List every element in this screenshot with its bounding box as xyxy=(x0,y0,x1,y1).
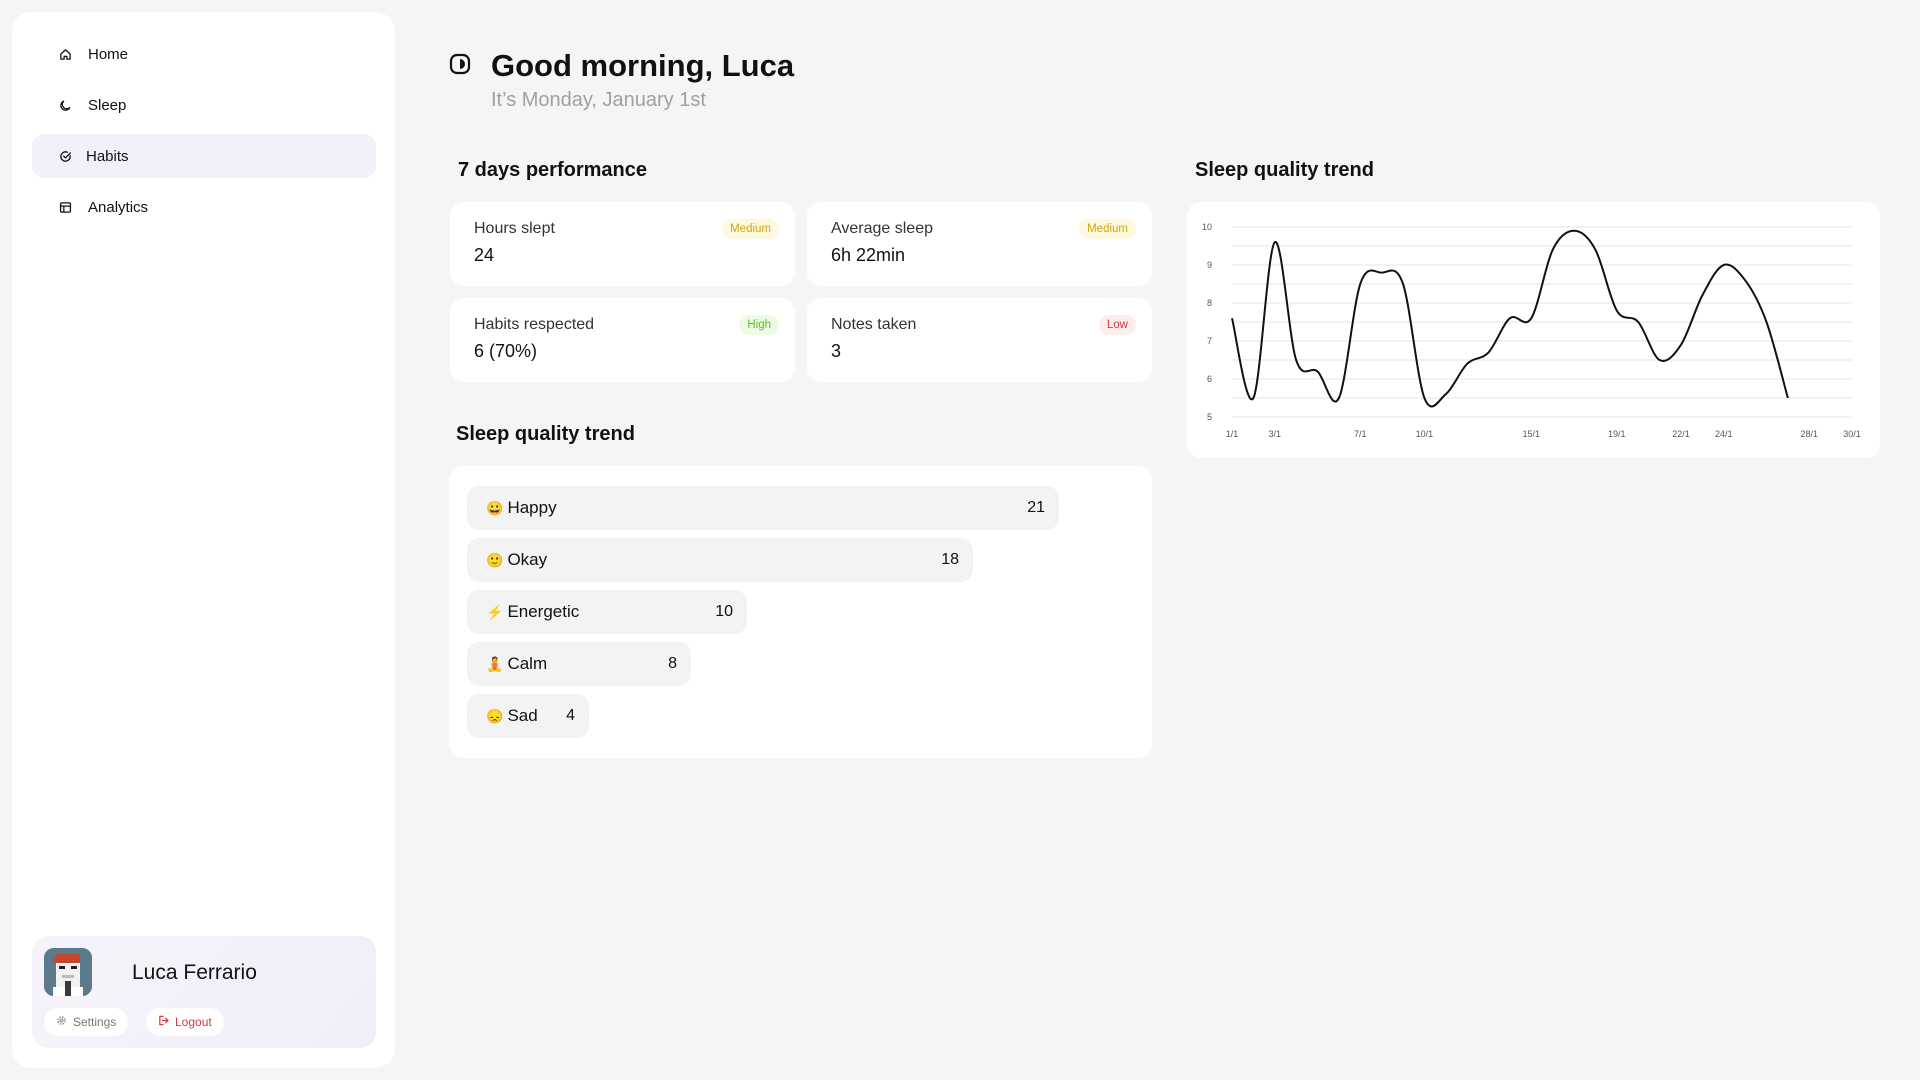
mood-section-title: Sleep quality trend xyxy=(456,423,635,445)
sidebar-item-label: Habits xyxy=(86,147,129,165)
x-tick-label: 1/1 xyxy=(1226,429,1239,439)
moon-icon xyxy=(58,98,72,112)
sleep-trend-chart: 5 6 7 8 9 10 1/1 3/1 7/1 10/1 15/1 19/1 22/1 24/1 28/1… xyxy=(1187,202,1880,458)
stat-card-notes-taken: Notes taken 3 Low xyxy=(807,298,1152,382)
mood-label: Happy xyxy=(507,498,557,517)
pixel-avatar-icon[interactable] xyxy=(44,948,92,996)
sidebar: Home Sleep Habits Analytics Luca Ferrari… xyxy=(12,12,395,1068)
mood-count: 10 xyxy=(715,603,733,620)
sleep-quality-line xyxy=(1231,229,1789,408)
y-tick-label: 6 xyxy=(1207,374,1212,384)
logout-label: Logout xyxy=(175,1015,212,1029)
mood-bar-calm[interactable]: 🧘 Calm 8 xyxy=(467,642,691,686)
mood-count: 8 xyxy=(668,655,677,672)
mood-bar-okay[interactable]: 🙂 Okay 18 xyxy=(467,538,973,582)
x-tick-label: 22/1 xyxy=(1672,429,1690,439)
mood-label: Energetic xyxy=(507,602,580,621)
stat-label: Hours slept xyxy=(474,220,555,237)
performance-title: 7 days performance xyxy=(458,159,647,181)
sidebar-item-label: Sleep xyxy=(88,96,127,114)
y-tick-label: 7 xyxy=(1207,336,1212,346)
mood-card: 😀 Happy 21 🙂 Okay 18 ⚡ Energetic 10 🧘 Calm 8… xyxy=(449,466,1152,758)
x-tick-label: 30/1 xyxy=(1843,429,1861,439)
sidebar-item-sleep[interactable]: Sleep xyxy=(32,83,376,127)
mood-count: 18 xyxy=(941,551,959,568)
mood-label: Sad xyxy=(507,706,538,725)
status-badge: Medium xyxy=(1079,219,1136,239)
stat-card-average-sleep: Average sleep 6h 22min Medium xyxy=(807,202,1152,286)
mood-label: Okay xyxy=(507,550,548,569)
mood-count: 21 xyxy=(1027,499,1045,516)
y-tick-label: 8 xyxy=(1207,298,1212,308)
page-title: Good morning, Luca xyxy=(491,48,795,83)
trend-title: Sleep quality trend xyxy=(1195,159,1374,181)
x-tick-label: 19/1 xyxy=(1608,429,1626,439)
stat-label: Notes taken xyxy=(831,316,917,333)
sleep-trend-svg: 5 6 7 8 9 10 1/1 3/1 7/1 10/1 15/1 19/1 22/1 24/1 28/1… xyxy=(1202,222,1861,439)
settings-label: Settings xyxy=(73,1015,117,1029)
sidebar-item-habits[interactable]: Habits xyxy=(32,134,376,178)
sidebar-item-analytics[interactable]: Analytics xyxy=(32,185,376,229)
x-tick-label: 7/1 xyxy=(1354,429,1367,439)
stat-value: 3 xyxy=(831,341,842,361)
x-tick-label: 3/1 xyxy=(1269,429,1282,439)
check-circle-icon xyxy=(58,149,72,163)
happy-emoji-icon: 😀 xyxy=(486,499,504,516)
stat-label: Average sleep xyxy=(831,220,933,237)
sidebar-item-home[interactable]: Home xyxy=(32,32,376,76)
page-subtitle: It’s Monday, January 1st xyxy=(491,89,706,111)
logout-button[interactable]: Logout xyxy=(146,1008,224,1036)
stat-value: 24 xyxy=(474,245,495,265)
logout-icon xyxy=(158,1015,169,1029)
sidebar-item-label: Home xyxy=(88,45,129,63)
contrast-icon[interactable] xyxy=(449,53,471,75)
stat-card-hours-slept: Hours slept 24 Medium xyxy=(450,202,795,286)
status-badge: High xyxy=(739,315,779,335)
y-tick-label: 5 xyxy=(1207,412,1212,422)
mood-bar-energetic[interactable]: ⚡ Energetic 10 xyxy=(467,590,747,634)
stat-card-habits-respected: Habits respected 6 (70%) High xyxy=(450,298,795,382)
y-tick-label: 10 xyxy=(1202,222,1212,232)
x-tick-label: 24/1 xyxy=(1715,429,1733,439)
meditation-icon: 🧘 xyxy=(486,655,504,672)
sidebar-item-label: Analytics xyxy=(88,198,149,216)
gear-icon xyxy=(56,1015,67,1029)
mood-bar-sad[interactable]: 😞 Sad 4 xyxy=(467,694,589,738)
table-icon xyxy=(58,200,72,214)
sad-emoji-icon: 😞 xyxy=(486,707,504,724)
home-icon xyxy=(58,47,72,61)
profile-card: Luca Ferrario Settings Logout xyxy=(32,936,376,1048)
y-tick-label: 9 xyxy=(1207,260,1212,270)
sidebar-nav: Home Sleep Habits Analytics xyxy=(32,32,376,236)
lightning-icon: ⚡ xyxy=(486,603,504,620)
profile-name: Luca Ferrario xyxy=(132,961,257,984)
x-tick-label: 10/1 xyxy=(1416,429,1434,439)
x-tick-label: 28/1 xyxy=(1800,429,1818,439)
mood-label: Calm xyxy=(507,654,548,673)
mood-bar-happy[interactable]: 😀 Happy 21 xyxy=(467,486,1059,530)
okay-emoji-icon: 🙂 xyxy=(486,551,504,568)
status-badge: Medium xyxy=(722,219,779,239)
stat-label: Habits respected xyxy=(474,316,595,333)
stat-value: 6h 22min xyxy=(831,245,906,265)
settings-button[interactable]: Settings xyxy=(44,1008,129,1036)
stat-value: 6 (70%) xyxy=(474,341,538,361)
status-badge: Low xyxy=(1098,315,1136,335)
x-tick-label: 15/1 xyxy=(1523,429,1541,439)
mood-count: 4 xyxy=(566,707,575,724)
